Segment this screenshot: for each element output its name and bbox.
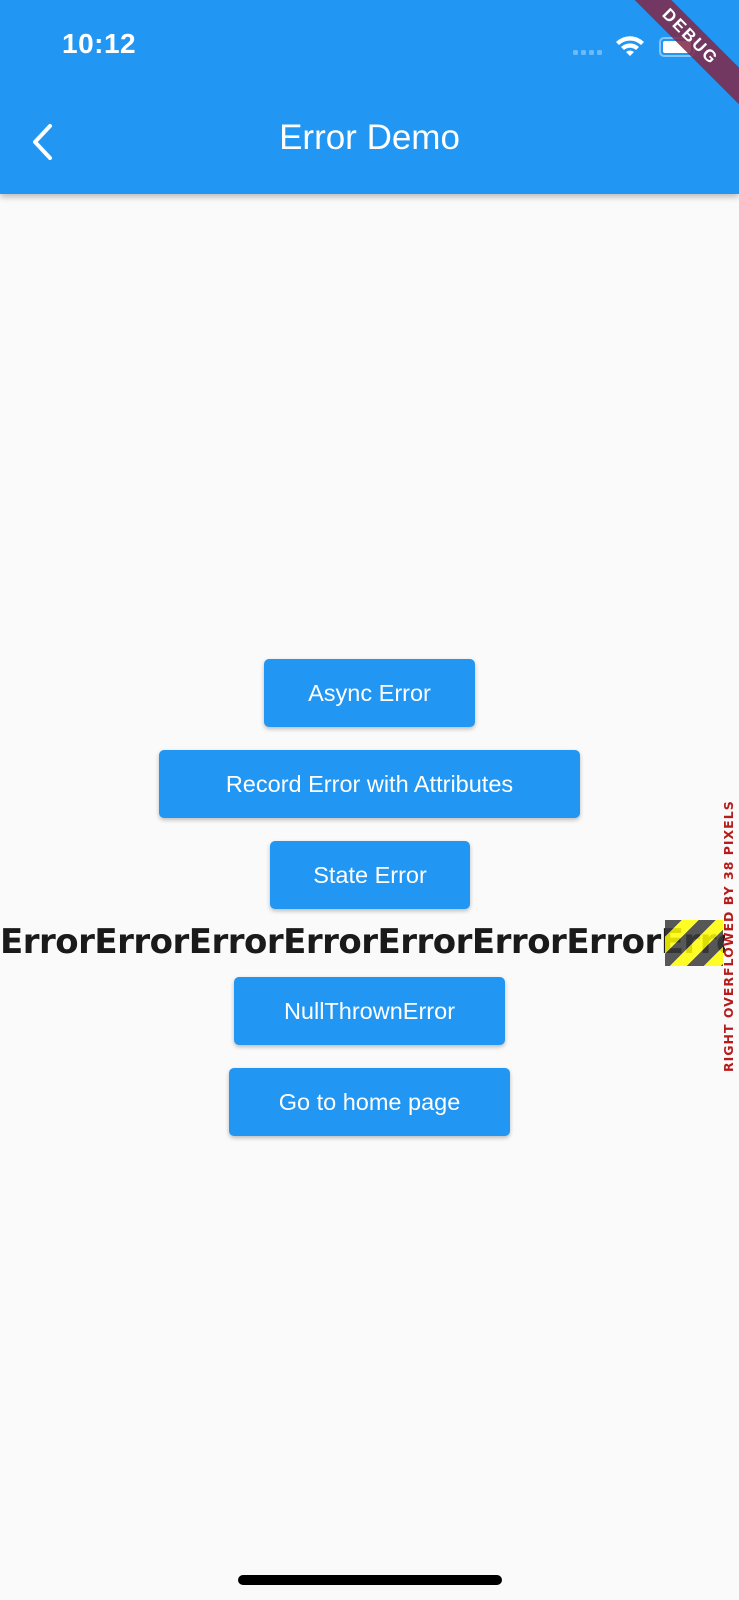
wifi-icon (616, 36, 644, 56)
overflow-warning-label: RIGHT OVERFLOWED BY 38 PIXELS (721, 800, 736, 1072)
app-bar: 10:12 Error Demo (0, 0, 739, 194)
record-error-with-attributes-button[interactable]: Record Error with Attributes (159, 750, 580, 818)
home-indicator[interactable] (238, 1575, 502, 1585)
overflowing-text-row: ErrorErrorErrorErrorErrorErrorErrorError… (0, 916, 725, 968)
async-error-button[interactable]: Async Error (264, 659, 475, 727)
cellular-signal-icon (573, 50, 602, 55)
state-error-button[interactable]: State Error (270, 841, 470, 909)
null-thrown-error-button[interactable]: NullThrownError (234, 977, 505, 1045)
overflowing-error-text: ErrorErrorErrorErrorErrorErrorErrorError… (0, 922, 725, 962)
page-title: Error Demo (279, 118, 460, 157)
status-time: 10:12 (62, 28, 137, 59)
go-to-home-page-button[interactable]: Go to home page (229, 1068, 510, 1136)
overflow-hazard-stripes (665, 920, 723, 966)
